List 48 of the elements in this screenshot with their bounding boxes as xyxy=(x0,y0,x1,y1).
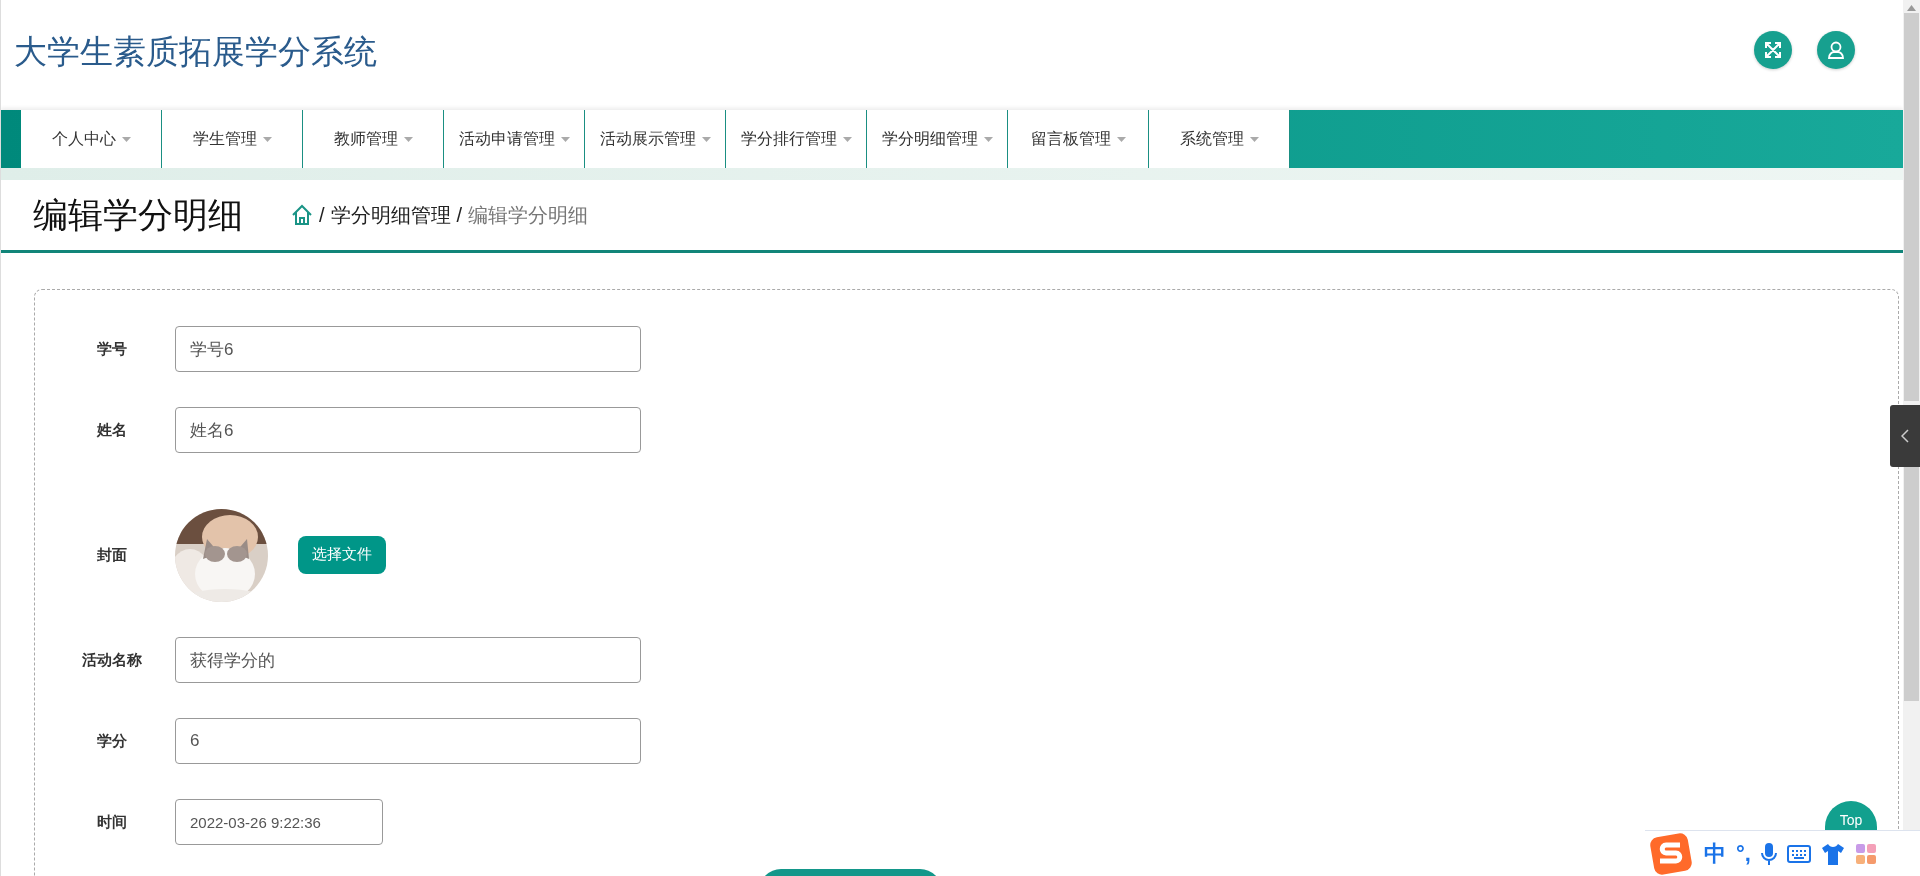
home-icon[interactable] xyxy=(291,204,313,226)
field-label: 学分 xyxy=(96,731,128,751)
input-field[interactable]: 姓名6 xyxy=(175,407,641,453)
field-label: 时间 xyxy=(96,812,128,832)
choose-file-button[interactable]: 选择文件 xyxy=(298,535,386,574)
input-field[interactable]: 获得学分的 xyxy=(175,637,641,683)
chevron-left-icon xyxy=(1901,429,1909,443)
collapse-tab[interactable] xyxy=(1890,405,1920,467)
breadcrumb-link[interactable]: 学分明细管理 xyxy=(330,201,451,229)
nav-menu-item[interactable]: 系统管理 xyxy=(1149,110,1290,168)
nav-menu-item[interactable]: 学分明细管理 xyxy=(867,110,1008,168)
nav-menu-item[interactable]: 活动申请管理 xyxy=(444,110,585,168)
ime-mode-toggle[interactable]: °, xyxy=(1736,840,1751,867)
field-label: 活动名称 xyxy=(81,650,143,670)
scrollbar-thumb[interactable] xyxy=(1904,13,1919,401)
nav-menu-item[interactable]: 学生管理 xyxy=(162,110,303,168)
caret-icon xyxy=(983,136,993,142)
shirt-icon[interactable] xyxy=(1820,842,1845,865)
caret-icon xyxy=(1116,136,1126,142)
caret-icon xyxy=(121,136,131,142)
caret-icon xyxy=(842,136,852,142)
nav-menu-item[interactable]: 活动展示管理 xyxy=(585,110,726,168)
keyboard-icon[interactable] xyxy=(1786,843,1811,864)
ime-mode-toggle[interactable]: 中 xyxy=(1704,838,1726,869)
caret-icon xyxy=(403,136,413,142)
fullscreen-icon[interactable] xyxy=(1754,31,1792,69)
input-field[interactable]: 6 xyxy=(175,718,641,764)
field-label: 学号 xyxy=(96,339,128,359)
nav-menu-item[interactable]: 教师管理 xyxy=(303,110,444,168)
breadcrumb-separator: / xyxy=(456,203,463,227)
site-title: 大学生素质拓展学分系统 xyxy=(14,32,377,72)
input-field[interactable]: 学号6 xyxy=(175,326,641,372)
caret-icon xyxy=(560,136,570,142)
apps-icon[interactable] xyxy=(1854,842,1877,865)
nav-menu-item[interactable]: 学分排行管理 xyxy=(726,110,867,168)
breadcrumb-separator: / xyxy=(319,203,325,227)
caret-icon xyxy=(1249,136,1259,142)
nav-menu-item[interactable]: 个人中心 xyxy=(21,110,162,168)
nav-menu-item[interactable]: 留言板管理 xyxy=(1008,110,1149,168)
field-label: 封面 xyxy=(96,546,128,565)
page-title: 编辑学分明细 xyxy=(33,193,243,236)
caret-icon xyxy=(701,136,711,142)
date-field[interactable]: 2022-03-26 9:22:36 xyxy=(175,799,383,845)
caret-icon xyxy=(262,136,272,142)
user-icon[interactable] xyxy=(1817,31,1855,69)
scroll-up-icon[interactable] xyxy=(1907,5,1916,11)
microphone-icon[interactable] xyxy=(1760,841,1777,866)
field-label: 姓名 xyxy=(96,420,128,440)
